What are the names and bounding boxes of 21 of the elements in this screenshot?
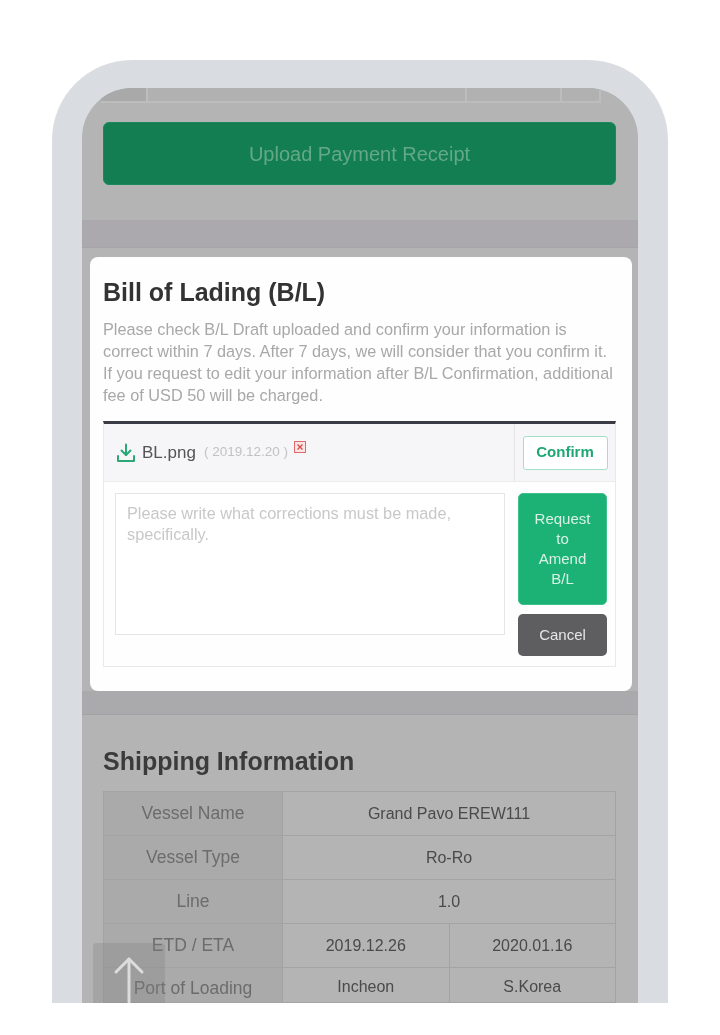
modal-title: Bill of Lading (B/L) — [103, 277, 327, 307]
file-name[interactable]: BL.png — [142, 439, 196, 466]
upload-payment-receipt-button[interactable]: Upload Payment Receipt — [103, 122, 616, 185]
close-icon[interactable] — [293, 441, 306, 453]
request-amend-button[interactable]: Request to Amend B/L — [518, 493, 607, 605]
row-label: ETD / ETA — [103, 923, 283, 968]
table-cell: 2019.12.26 — [282, 923, 449, 968]
download-icon[interactable] — [116, 442, 136, 463]
table-cell: Ro-Ro — [282, 835, 616, 880]
modal-description: Please check B/L Draft uploaded and confirm your information is correct within 7 days. After 7 days, we will consider that you confirm it. If you request to edit your information after B/L Confirmation, additional fee of USD 50 will be charged. — [103, 319, 614, 406]
table-cell: 2020.01.16 — [449, 923, 616, 968]
section-title: Shipping Information — [103, 746, 356, 776]
table-cell: 1.0 — [282, 879, 616, 924]
table-cell: Grand Pavo EREW111 — [282, 791, 616, 836]
row-label: Vessel Name — [103, 791, 283, 836]
table-cell: S.Korea — [449, 967, 616, 1003]
confirm-button[interactable]: Confirm — [522, 435, 608, 470]
table-cell: Incheon — [282, 967, 449, 1003]
row-label: Vessel Type — [103, 835, 283, 880]
cancel-button[interactable]: Cancel — [518, 614, 607, 656]
row-label: Line — [103, 879, 283, 924]
